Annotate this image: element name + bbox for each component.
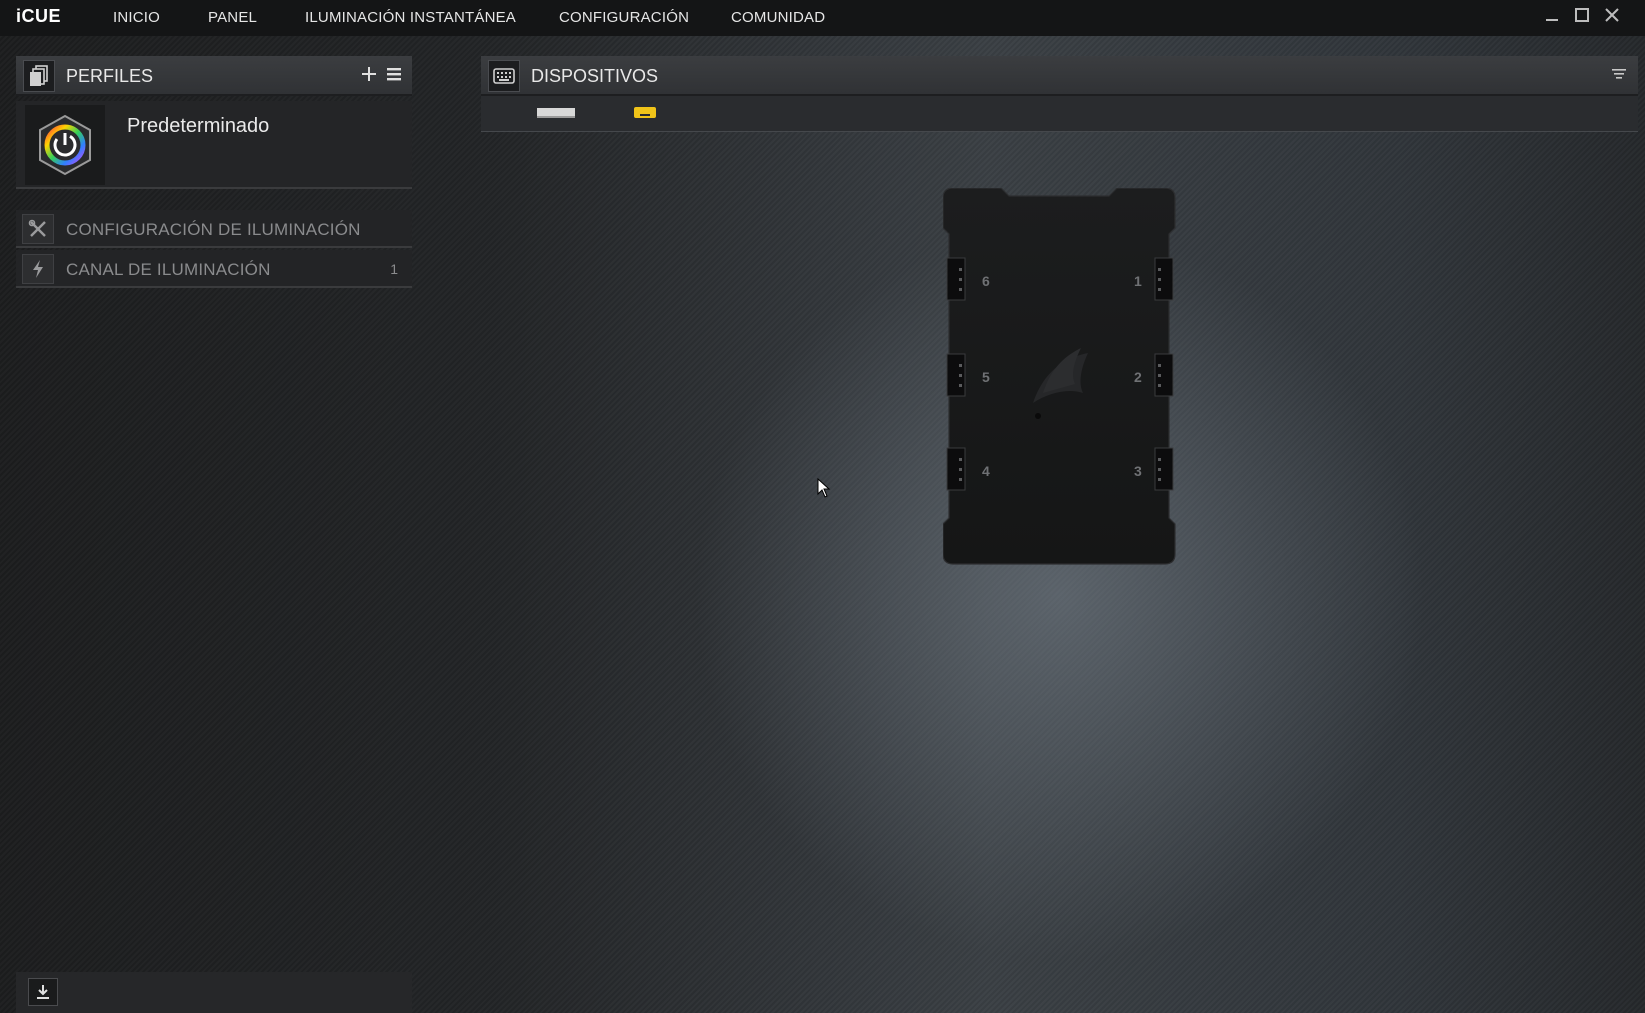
nav-inicio[interactable]: INICIO xyxy=(113,9,160,26)
profile-name: Predeterminado xyxy=(127,115,270,137)
lighting-node-device-icon[interactable] xyxy=(633,106,657,125)
keyboard-icon xyxy=(488,60,520,92)
port-3-label: 3 xyxy=(1134,463,1142,479)
nav-comunidad[interactable]: COMUNIDAD xyxy=(731,9,825,26)
nav-panel[interactable]: PANEL xyxy=(208,9,257,26)
maximize-icon[interactable] xyxy=(1569,4,1595,30)
devices-header: DISPOSITIVOS xyxy=(481,56,1638,96)
lighting-hub-device[interactable]: 6 1 5 2 4 3 xyxy=(942,187,1177,566)
profile-menu-icon[interactable] xyxy=(383,65,405,87)
profiles-icon xyxy=(23,60,55,92)
download-icon[interactable] xyxy=(28,978,58,1006)
memory-device-icon[interactable] xyxy=(536,105,576,124)
profiles-header: PERFILES xyxy=(16,56,412,96)
sort-icon[interactable] xyxy=(1608,65,1630,87)
nav-configuracion[interactable]: CONFIGURACIÓN xyxy=(559,9,689,26)
profiles-title: PERFILES xyxy=(66,66,154,86)
profile-item-predeterminado[interactable]: Predeterminado xyxy=(16,101,412,189)
lightning-icon xyxy=(22,254,54,284)
mouse-cursor-icon xyxy=(817,477,831,503)
app-logo: iCUE xyxy=(16,6,62,26)
close-icon[interactable] xyxy=(1599,4,1625,30)
port-1-label: 1 xyxy=(1134,273,1142,289)
devices-title: DISPOSITIVOS xyxy=(531,66,659,86)
minimize-icon[interactable] xyxy=(1539,4,1565,30)
port-6-label: 6 xyxy=(982,273,990,289)
top-navigation-bar: iCUE INICIO PANEL ILUMINACIÓN INSTANTÁNE… xyxy=(0,0,1645,36)
add-profile-icon[interactable] xyxy=(358,65,380,87)
lighting-setup-label: CONFIGURACIÓN DE ILUMINACIÓN xyxy=(66,220,361,239)
lighting-setup-row[interactable]: CONFIGURACIÓN DE ILUMINACIÓN xyxy=(16,210,412,248)
lighting-channel-count: 1 xyxy=(390,261,398,277)
port-5-label: 5 xyxy=(982,369,990,385)
icue-power-icon xyxy=(39,114,91,176)
left-bottom-bar xyxy=(16,972,412,1013)
profile-avatar xyxy=(25,105,105,185)
lighting-channel-label: CANAL DE ILUMINACIÓN xyxy=(66,260,271,279)
port-2-label: 2 xyxy=(1134,369,1142,385)
device-tab-strip xyxy=(481,96,1638,132)
lighting-channel-row[interactable]: CANAL DE ILUMINACIÓN 1 xyxy=(16,250,412,288)
nav-iluminacion-instantanea[interactable]: ILUMINACIÓN INSTANTÁNEA xyxy=(305,9,516,26)
tools-icon xyxy=(22,214,54,244)
port-4-label: 4 xyxy=(982,463,990,479)
